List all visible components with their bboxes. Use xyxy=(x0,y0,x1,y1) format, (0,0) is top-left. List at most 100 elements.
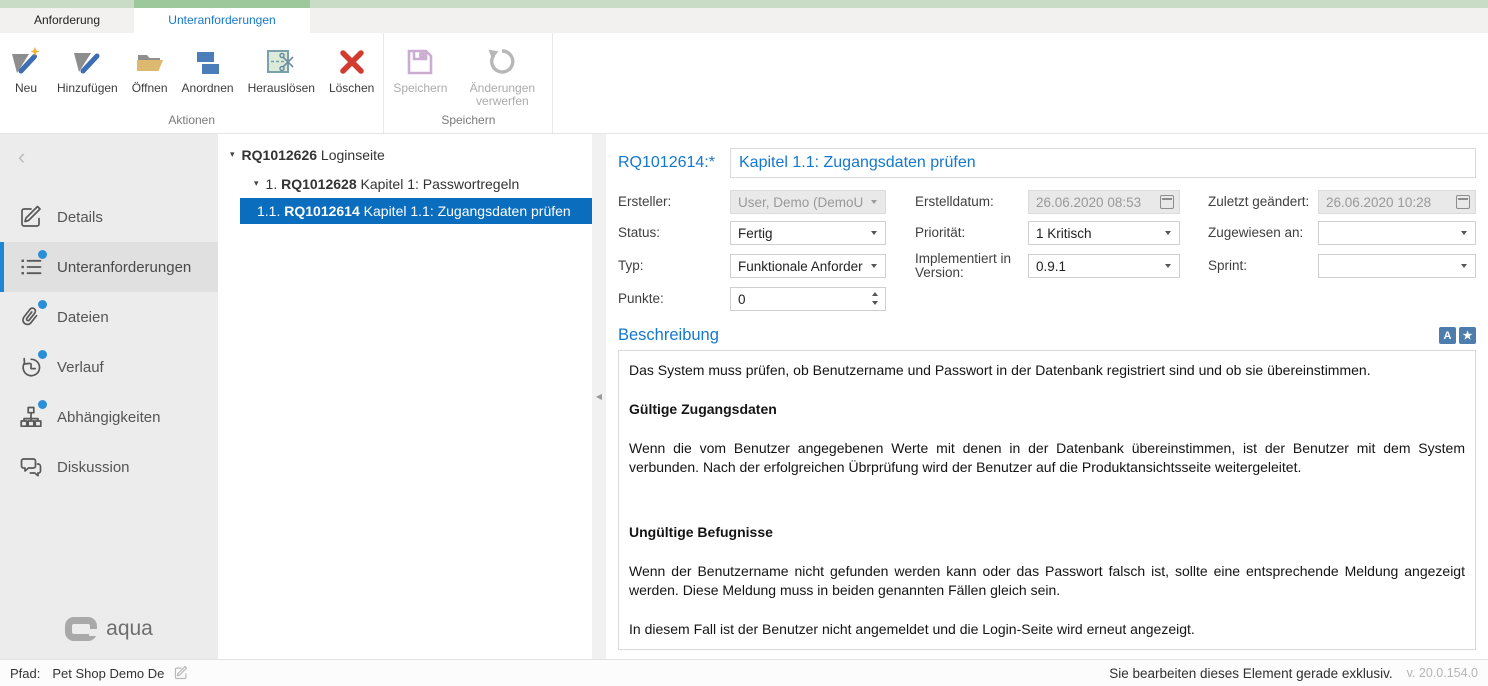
neu-button-label: Neu xyxy=(15,82,37,95)
notification-badge xyxy=(38,350,47,359)
field-row: Status: Fertig Priorität: 1 Kritisch Zug… xyxy=(618,221,1476,245)
exclusive-edit-status: Sie bearbeiten dieses Element gerade exk… xyxy=(1109,666,1392,681)
description-paragraph: In diesem Fall ist der Benutzer nicht an… xyxy=(629,620,1465,639)
sidebar-item-abhaengigkeiten[interactable]: Abhängigkeiten xyxy=(0,392,218,442)
hinzufuegen-button[interactable]: Hinzufügen xyxy=(50,44,125,95)
collapse-arrow-icon[interactable] xyxy=(596,392,602,401)
paperclip-icon xyxy=(18,304,44,330)
chevron-down-icon xyxy=(1165,264,1171,268)
notification-badge xyxy=(38,300,47,309)
title-input[interactable] xyxy=(730,148,1476,178)
field-row: Typ: Funktionale Anforder ... Implementi… xyxy=(618,252,1476,280)
sidebar-item-label: Verlauf xyxy=(57,359,104,376)
sidebar-item-label: Dateien xyxy=(57,309,109,326)
typ-label: Typ: xyxy=(618,259,730,273)
oeffnen-button[interactable]: Öffnen xyxy=(125,44,175,95)
translate-a-icon[interactable]: A xyxy=(1439,327,1456,344)
sidebar-collapse-button[interactable] xyxy=(18,146,38,168)
requirements-tree: RQ1012626 Loginseite 1. RQ1012628 Kapite… xyxy=(218,134,592,659)
translate-lang-icon[interactable]: ★ xyxy=(1459,327,1476,344)
app-window: Anforderung Unteranforderungen Neu xyxy=(0,0,1488,686)
status-label: Status: xyxy=(618,226,730,240)
oeffnen-button-label: Öffnen xyxy=(132,82,168,95)
spinner-arrows-icon[interactable] xyxy=(872,292,878,305)
herausloesen-button-label: Herauslösen xyxy=(248,82,315,95)
prioritaet-select[interactable]: 1 Kritisch xyxy=(1028,221,1180,245)
sidebar-item-verlauf[interactable]: Verlauf xyxy=(0,342,218,392)
aenderungen-verwerfen-button[interactable]: Änderungen verwerfen xyxy=(454,44,550,108)
list-icon xyxy=(18,254,44,280)
speichern-button-label: Speichern xyxy=(393,82,447,95)
pfad-label: Pfad: xyxy=(10,666,40,681)
ersteller-select[interactable]: User, Demo (DemoUs ... xyxy=(730,190,886,214)
description-editor[interactable]: Das System muss prüfen, ob Benutzername … xyxy=(618,350,1476,650)
loeschen-button[interactable]: Löschen xyxy=(322,44,381,95)
sidebar-item-dateien[interactable]: Dateien xyxy=(0,292,218,342)
ribbon-toolbar: Neu Hinzufügen xyxy=(0,33,1488,134)
prioritaet-label: Priorität: xyxy=(886,226,1028,240)
open-folder-icon xyxy=(133,44,167,80)
save-floppy-icon xyxy=(403,44,437,80)
sidebar-item-unteranforderungen[interactable]: Unteranforderungen xyxy=(0,242,218,292)
sprint-label: Sprint: xyxy=(1180,259,1318,273)
edit-path-icon[interactable] xyxy=(173,665,189,681)
ribbon-buttons: Neu Hinzufügen xyxy=(2,33,381,113)
chevron-down-icon xyxy=(871,264,877,268)
expander-icon[interactable] xyxy=(230,149,235,160)
sidebar-item-diskussion[interactable]: Diskussion xyxy=(0,442,218,492)
neu-button[interactable]: Neu xyxy=(2,44,50,95)
aqua-logo-icon xyxy=(65,617,97,641)
description-paragraph: Wenn der Benutzername nicht gefunden wer… xyxy=(629,562,1465,600)
active-tab-accent xyxy=(134,0,310,8)
arrange-icon xyxy=(191,44,225,80)
herausloesen-button[interactable]: Herauslösen xyxy=(241,44,322,95)
erstelldatum-field[interactable]: 26.06.2020 08:53 xyxy=(1028,190,1180,214)
field-row: Punkte: 0 xyxy=(618,287,1476,311)
status-bar: Pfad: Pet Shop Demo De Sie bearbeiten di… xyxy=(0,659,1488,686)
implementiert-in-version-select[interactable]: 0.9.1 xyxy=(1028,254,1180,278)
ribbon-group-label-aktionen: Aktionen xyxy=(2,113,381,133)
sidebar: Details Unteranforder xyxy=(0,134,218,659)
status-select[interactable]: Fertig xyxy=(730,221,886,245)
speichern-button[interactable]: Speichern xyxy=(386,44,454,95)
sprint-select[interactable] xyxy=(1318,254,1476,278)
status-right: Sie bearbeiten dieses Element gerade exk… xyxy=(1109,666,1478,681)
tree-item-zugangsdaten-selected[interactable]: 1.1. RQ1012614 Kapitel 1.1: Zugangsdaten… xyxy=(240,198,592,224)
ribbon-group-label-speichern: Speichern xyxy=(386,113,550,133)
aqua-logo-text: aqua xyxy=(106,617,153,641)
punkte-stepper[interactable]: 0 xyxy=(730,287,886,311)
description-heading: Gültige Zugangsdaten xyxy=(629,400,1465,419)
notification-badge xyxy=(38,400,47,409)
top-accent-strip xyxy=(0,0,1488,8)
anordnen-button[interactable]: Anordnen xyxy=(175,44,241,95)
expander-icon[interactable] xyxy=(254,178,259,189)
main-area: Details Unteranforder xyxy=(0,134,1488,659)
ribbon-buttons: Speichern Änderungen verwerfen xyxy=(386,33,550,113)
ribbon-group-speichern: Speichern Änderungen verwerfen Speichern xyxy=(384,33,553,133)
ribbon-group-aktionen: Neu Hinzufügen xyxy=(0,33,384,133)
tab-unteranforderungen[interactable]: Unteranforderungen xyxy=(134,8,310,33)
new-wizard-icon xyxy=(9,44,43,80)
tree-item-loginseite[interactable]: RQ1012626 Loginseite xyxy=(218,140,592,169)
add-wizard-icon xyxy=(70,44,104,80)
delete-x-icon xyxy=(335,44,369,80)
panel-splitter[interactable] xyxy=(592,134,606,659)
sidebar-item-label: Unteranforderungen xyxy=(57,259,191,276)
zugewiesen-an-select[interactable] xyxy=(1318,221,1476,245)
calendar-icon xyxy=(1160,195,1174,209)
document-tab-bar: Anforderung Unteranforderungen xyxy=(0,8,1488,33)
form-header: RQ1012614:* xyxy=(618,148,1476,178)
zuletzt-geaendert-field[interactable]: 26.06.2020 10:28 xyxy=(1318,190,1476,214)
detach-scissors-icon xyxy=(264,44,298,80)
anordnen-button-label: Anordnen xyxy=(182,82,234,95)
typ-select[interactable]: Funktionale Anforder ... xyxy=(730,254,886,278)
sidebar-item-label: Details xyxy=(57,209,103,226)
erstelldatum-label: Erstelldatum: xyxy=(886,195,1028,209)
notification-badge xyxy=(38,250,47,259)
description-paragraph: Wenn die vom Benutzer angegebenen Werte … xyxy=(629,439,1465,477)
tab-anforderung[interactable]: Anforderung xyxy=(0,8,134,33)
sidebar-item-details[interactable]: Details xyxy=(0,192,218,242)
tree-item-passwortregeln[interactable]: 1. RQ1012628 Kapitel 1: Passwortregeln xyxy=(218,169,592,198)
implementiert-in-version-label: Implementiert in Version: xyxy=(886,252,1028,280)
punkte-label: Punkte: xyxy=(618,292,730,306)
